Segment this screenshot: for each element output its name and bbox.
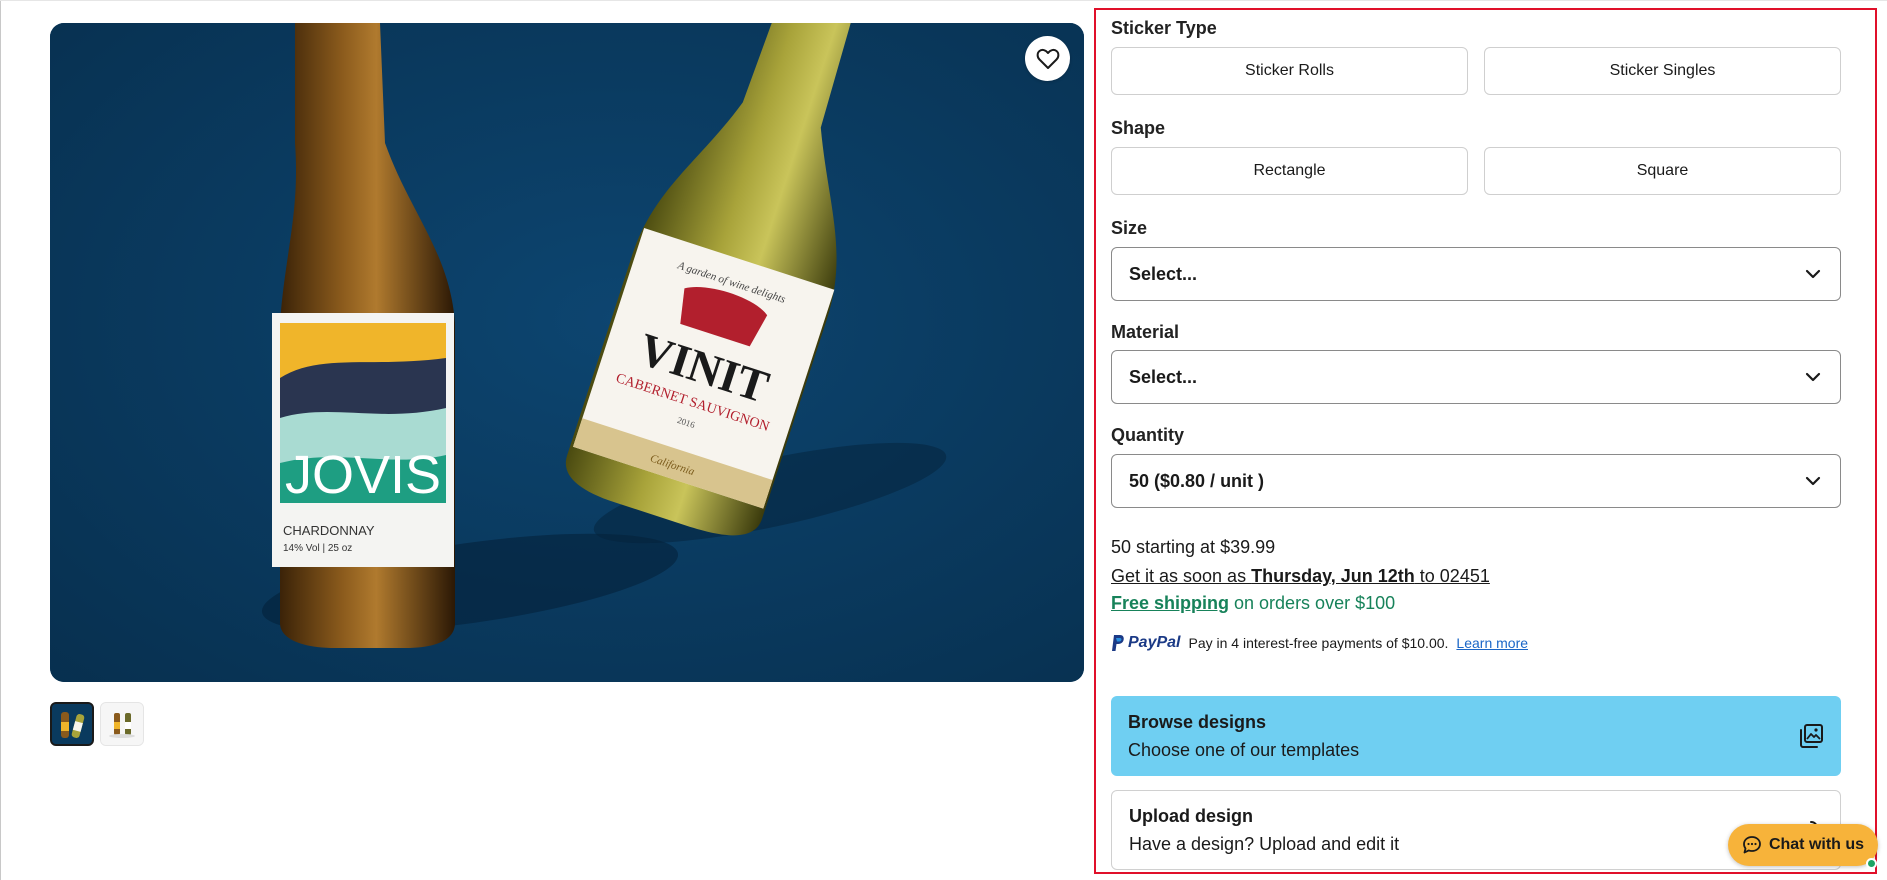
bottle-left-brand: JOVIS xyxy=(285,445,441,505)
paypal-icon xyxy=(1112,635,1124,651)
material-label: Material xyxy=(1111,322,1180,342)
delivery-prefix: Get it as soon as xyxy=(1111,566,1252,586)
thumbnail-strip xyxy=(50,702,144,746)
sticker-singles-option[interactable]: Sticker Singles xyxy=(1484,47,1841,95)
browse-designs-title: Browse designs xyxy=(1128,712,1267,732)
starting-price: 50 starting at $39.99 xyxy=(1111,537,1276,557)
window-edge xyxy=(0,0,1,880)
browse-designs-subtitle: Choose one of our templates xyxy=(1128,740,1360,760)
material-select[interactable]: Select... xyxy=(1111,350,1841,404)
size-label: Size xyxy=(1111,218,1148,238)
paypal-message: PayPal Pay in 4 interest-free payments o… xyxy=(1111,634,1528,652)
size-select-value: Select... xyxy=(1129,263,1198,284)
chat-label: Chat with us xyxy=(1768,836,1865,853)
shape-label: Shape xyxy=(1111,118,1166,138)
delivery-zip: to 02451 xyxy=(1414,566,1490,586)
size-select[interactable]: Select... xyxy=(1111,247,1841,301)
favorite-button[interactable] xyxy=(1025,36,1070,81)
paypal-wordmark: PayPal xyxy=(1128,634,1181,651)
quantity-select[interactable]: 50 ($0.80 / unit ) xyxy=(1111,454,1841,508)
paypal-learn-more-link[interactable]: Learn more xyxy=(1456,635,1528,651)
product-image: JOVIS CHARDONNAY 14% Vol | 25 oz A garde… xyxy=(50,23,1084,682)
sticker-type-label: Sticker Type xyxy=(1111,18,1217,38)
square-option[interactable]: Square xyxy=(1484,147,1841,195)
upload-design-button[interactable]: Upload design Have a design? Upload and … xyxy=(1111,790,1841,870)
delivery-date: Thursday, Jun 12th xyxy=(1251,566,1415,586)
browse-designs-button[interactable]: Browse designs Choose one of our templat… xyxy=(1111,696,1841,776)
chevron-down-icon xyxy=(1805,269,1821,279)
bottle-left-variety: CHARDONNAY xyxy=(283,523,375,538)
free-shipping-line: Free shipping on orders over $100 xyxy=(1111,593,1395,614)
upload-design-title: Upload design xyxy=(1129,806,1254,826)
chevron-down-icon xyxy=(1805,476,1821,486)
online-status-indicator xyxy=(1866,858,1877,869)
window-edge-top xyxy=(0,0,1887,1)
thumbnail-1[interactable] xyxy=(50,702,94,746)
quantity-select-value: 50 ($0.80 / unit ) xyxy=(1129,470,1265,491)
chat-with-us-button[interactable]: Chat with us xyxy=(1728,824,1878,866)
thumbnail-2[interactable] xyxy=(100,702,144,746)
free-shipping-condition: on orders over $100 xyxy=(1229,593,1396,613)
chevron-down-icon xyxy=(1805,372,1821,382)
upload-design-subtitle: Have a design? Upload and edit it xyxy=(1129,834,1400,854)
sticker-rolls-option[interactable]: Sticker Rolls xyxy=(1111,47,1468,95)
image-gallery-icon xyxy=(1800,724,1823,748)
quantity-label: Quantity xyxy=(1111,425,1185,445)
free-shipping-link[interactable]: Free shipping xyxy=(1111,593,1229,613)
heart-icon xyxy=(1036,48,1059,69)
material-select-value: Select... xyxy=(1129,366,1198,387)
chat-bubble-icon xyxy=(1743,836,1761,854)
paypal-logo: PayPal xyxy=(1111,634,1180,652)
delivery-estimate[interactable]: Get it as soon as Thursday, Jun 12th to … xyxy=(1111,566,1490,587)
paypal-text: Pay in 4 interest-free payments of $10.0… xyxy=(1188,635,1449,651)
bottle-left-details: 14% Vol | 25 oz xyxy=(283,543,352,554)
product-configurator: Sticker Type Sticker Rolls Sticker Singl… xyxy=(1094,8,1877,874)
rectangle-option[interactable]: Rectangle xyxy=(1111,147,1468,195)
